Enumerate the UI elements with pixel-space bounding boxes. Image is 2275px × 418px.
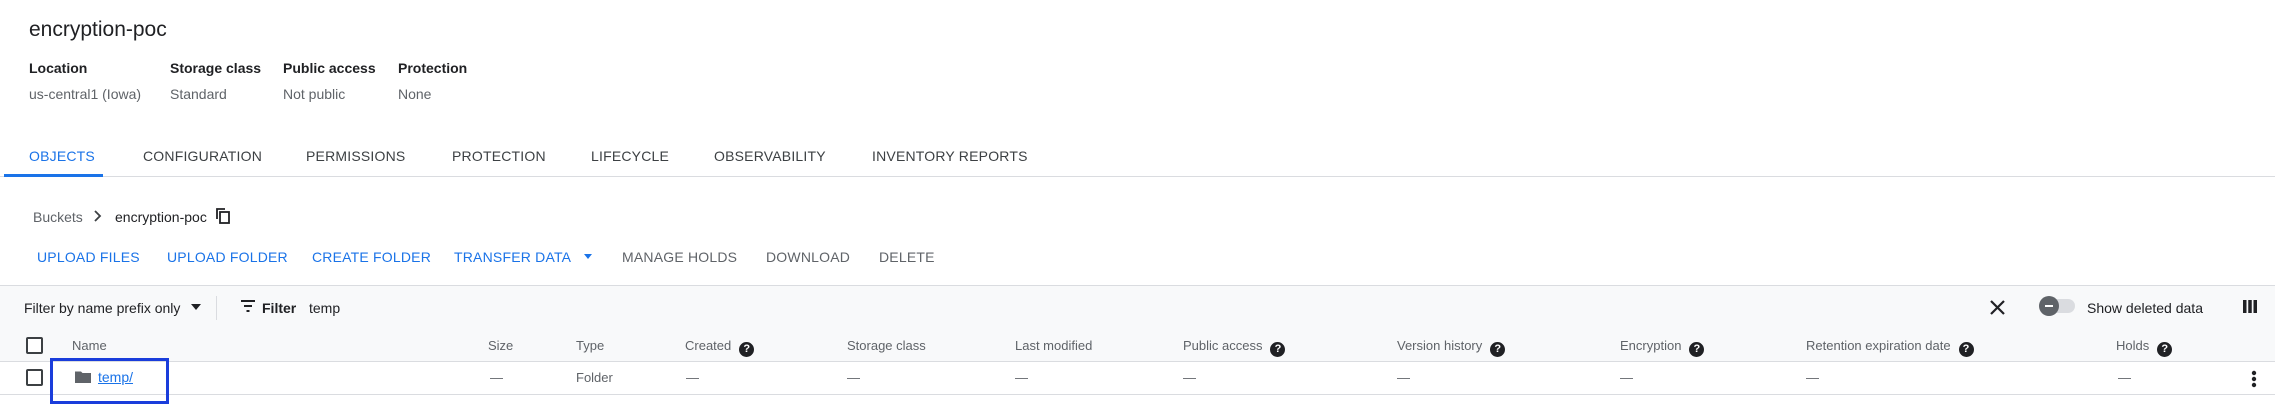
upload-folder-button[interactable]: UPLOAD FOLDER — [167, 249, 288, 265]
cell-created: — — [686, 370, 699, 385]
cell-public-access: — — [1183, 370, 1196, 385]
breadcrumb-buckets[interactable]: Buckets — [33, 209, 83, 225]
help-icon[interactable]: ? — [1490, 342, 1506, 357]
table-header: Name Size Type Created? Storage class La… — [0, 330, 2275, 362]
tab-permissions[interactable]: PERMISSIONS — [306, 148, 405, 164]
column-header-version-history-label: Version history — [1397, 338, 1483, 353]
column-header-holds[interactable]: Holds? — [2116, 338, 2173, 357]
meta-location-value: us-central1 (Iowa) — [29, 86, 142, 102]
column-display-icon[interactable] — [2242, 299, 2258, 319]
row-checkbox[interactable] — [26, 369, 43, 386]
filter-bar: Filter by name prefix only Filter temp S… — [0, 285, 2275, 331]
help-icon[interactable]: ? — [1689, 342, 1705, 357]
column-header-retention[interactable]: Retention expiration date? — [1806, 338, 1974, 357]
manage-holds-button[interactable]: MANAGE HOLDS — [622, 249, 737, 265]
meta-location-label: Location — [29, 60, 88, 76]
tab-bar: OBJECTS CONFIGURATION PERMISSIONS PROTEC… — [0, 138, 2275, 177]
cell-encryption: — — [1620, 370, 1633, 385]
column-header-encryption-label: Encryption — [1620, 338, 1682, 353]
cell-type: Folder — [576, 370, 613, 385]
tab-configuration[interactable]: CONFIGURATION — [143, 148, 262, 164]
column-header-created[interactable]: Created? — [685, 338, 755, 357]
clear-filter-icon[interactable] — [1989, 299, 2006, 321]
column-header-created-label: Created — [685, 338, 732, 353]
tab-objects[interactable]: OBJECTS — [29, 148, 95, 164]
cell-storage-class: — — [847, 370, 860, 385]
tab-protection[interactable]: PROTECTION — [452, 148, 546, 164]
filter-mode-select[interactable]: Filter by name prefix only — [24, 300, 202, 316]
row-more-options-icon[interactable] — [2251, 370, 2257, 393]
filter-icon — [240, 299, 256, 318]
caret-down-icon — [191, 304, 202, 310]
column-header-public-access-label: Public access — [1183, 338, 1263, 353]
meta-storage-class-value: Standard — [170, 86, 227, 102]
cell-last-modified: — — [1015, 370, 1028, 385]
column-header-public-access[interactable]: Public access? — [1183, 338, 1286, 357]
column-header-version-history[interactable]: Version history? — [1397, 338, 1506, 357]
cell-retention: — — [1806, 370, 1819, 385]
copy-icon[interactable] — [215, 207, 231, 230]
chevron-right-icon — [91, 207, 105, 230]
upload-files-button[interactable]: UPLOAD FILES — [37, 249, 140, 265]
help-icon[interactable]: ? — [1958, 342, 1974, 357]
transfer-data-label: TRANSFER DATA — [454, 249, 571, 265]
filter-label: Filter — [262, 300, 297, 316]
cell-size: — — [490, 370, 503, 385]
tab-observability[interactable]: OBSERVABILITY — [714, 148, 826, 164]
help-icon[interactable]: ? — [2157, 342, 2173, 357]
column-header-storage-class[interactable]: Storage class — [847, 338, 926, 353]
column-header-holds-label: Holds — [2116, 338, 2150, 353]
breadcrumb-current: encryption-poc — [115, 209, 207, 225]
meta-protection-label: Protection — [398, 60, 468, 76]
bucket-title: encryption-poc — [29, 18, 167, 41]
column-header-encryption[interactable]: Encryption? — [1620, 338, 1705, 357]
column-header-type[interactable]: Type — [576, 338, 604, 353]
create-folder-button[interactable]: CREATE FOLDER — [312, 249, 431, 265]
meta-storage-class-label: Storage class — [170, 60, 262, 76]
column-header-size[interactable]: Size — [488, 338, 513, 353]
table-row[interactable]: temp/ — Folder — — — — — — — — — [0, 362, 2275, 395]
help-icon[interactable]: ? — [739, 342, 755, 357]
help-icon[interactable]: ? — [1270, 342, 1286, 357]
column-header-name[interactable]: Name — [72, 338, 107, 353]
column-header-last-modified[interactable]: Last modified — [1015, 338, 1092, 353]
tab-lifecycle[interactable]: LIFECYCLE — [591, 148, 669, 164]
selection-highlight — [50, 358, 169, 404]
cell-holds: — — [2118, 370, 2131, 385]
delete-button[interactable]: DELETE — [879, 249, 935, 265]
select-all-checkbox[interactable] — [26, 337, 43, 354]
meta-protection-value: None — [398, 86, 432, 102]
meta-public-access-label: Public access — [283, 60, 376, 76]
transfer-data-button[interactable]: TRANSFER DATA — [454, 249, 593, 265]
caret-down-icon — [583, 254, 592, 259]
show-deleted-toggle[interactable] — [2039, 296, 2075, 316]
cell-version-history: — — [1397, 370, 1410, 385]
tab-inventory-reports[interactable]: INVENTORY REPORTS — [872, 148, 1028, 164]
filter-input[interactable]: temp — [309, 300, 340, 316]
show-deleted-label: Show deleted data — [2087, 300, 2203, 316]
active-tab-indicator — [4, 174, 103, 177]
meta-public-access-value: Not public — [283, 86, 346, 102]
download-button[interactable]: DOWNLOAD — [766, 249, 850, 265]
filter-divider — [216, 296, 217, 320]
filter-mode-label: Filter by name prefix only — [24, 300, 181, 316]
column-header-retention-label: Retention expiration date — [1806, 338, 1951, 353]
